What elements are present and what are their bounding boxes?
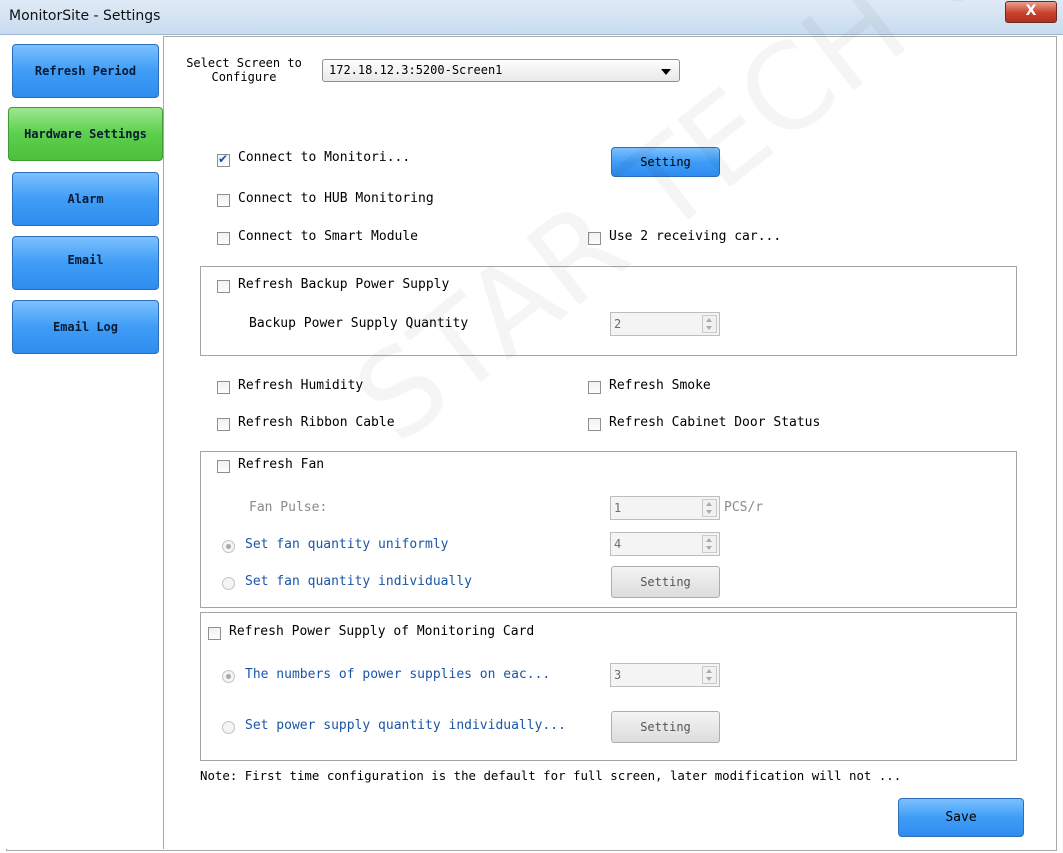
fan-pulse-label: Fan Pulse: — [249, 500, 328, 515]
monitoring-setting-button[interactable]: Setting — [611, 147, 720, 177]
refresh-cabinet-door-label: Refresh Cabinet Door Status — [609, 415, 821, 430]
use-two-receiving-cards-checkbox[interactable] — [588, 232, 601, 245]
power-numbers-stepper[interactable]: 3 — [610, 663, 720, 687]
power-individual-label: Set power supply quantity individually..… — [245, 718, 566, 733]
refresh-ribbon-cable-label: Refresh Ribbon Cable — [238, 415, 395, 430]
chevron-down-icon — [661, 69, 671, 75]
refresh-power-card-label: Refresh Power Supply of Monitoring Card — [229, 624, 535, 639]
connect-smart-module-checkbox[interactable] — [217, 232, 230, 245]
title-bar: MonitorSite - Settings X — [0, 0, 1063, 35]
sidebar-item-hardware-settings[interactable]: Hardware Settings — [8, 107, 163, 161]
power-numbers-radio[interactable] — [222, 670, 235, 683]
refresh-ribbon-cable-checkbox[interactable] — [217, 418, 230, 431]
stepper-arrows-icon[interactable] — [702, 666, 717, 684]
sidebar-item-email[interactable]: Email — [12, 236, 159, 290]
sidebar-item-alarm[interactable]: Alarm — [12, 172, 159, 226]
screen-select-label: Select Screen to Configure — [174, 56, 314, 84]
refresh-smoke-label: Refresh Smoke — [609, 378, 711, 393]
fan-pulse-unit: PCS/r — [724, 500, 764, 515]
refresh-humidity-label: Refresh Humidity — [238, 378, 364, 393]
fan-individual-radio[interactable] — [222, 577, 235, 590]
fan-pulse-stepper[interactable]: 1 — [610, 496, 720, 520]
screen-select-label-line2: Configure — [211, 70, 277, 84]
fan-setting-button[interactable]: Setting — [611, 566, 720, 598]
connect-monitoring-checkbox[interactable] — [217, 152, 230, 167]
sidebar-item-email-log[interactable]: Email Log — [12, 300, 159, 354]
backup-power-quantity-stepper[interactable]: 2 — [610, 312, 720, 336]
stepper-arrows-icon[interactable] — [702, 315, 717, 333]
sidebar-item-refresh-period[interactable]: Refresh Period — [12, 44, 159, 98]
refresh-cabinet-door-checkbox[interactable] — [588, 418, 601, 431]
screen-select[interactable]: 172.18.12.3:5200-Screen1 — [322, 59, 680, 82]
fan-uniform-label: Set fan quantity uniformly — [245, 537, 449, 552]
use-two-receiving-cards-label: Use 2 receiving car... — [609, 229, 782, 244]
refresh-fan-checkbox[interactable] — [217, 460, 230, 473]
save-button[interactable]: Save — [898, 798, 1024, 837]
backup-power-quantity-value: 2 — [614, 317, 622, 331]
screen-select-value: 172.18.12.3:5200-Screen1 — [329, 63, 503, 77]
fan-pulse-value: 1 — [614, 501, 622, 515]
connect-monitoring-label: Connect to Monitori... — [238, 150, 411, 165]
backup-power-quantity-label: Backup Power Supply Quantity — [249, 316, 469, 331]
power-numbers-value: 3 — [614, 668, 622, 682]
config-note: Note: First time configuration is the de… — [200, 768, 902, 783]
power-individual-radio[interactable] — [222, 721, 235, 734]
connect-hub-label: Connect to HUB Monitoring — [238, 191, 434, 206]
refresh-fan-label: Refresh Fan — [238, 457, 325, 472]
window-title: MonitorSite - Settings — [9, 8, 161, 24]
fan-uniform-stepper[interactable]: 4 — [610, 532, 720, 556]
connect-hub-checkbox[interactable] — [217, 194, 230, 207]
stepper-arrows-icon[interactable] — [702, 535, 717, 553]
fan-uniform-radio[interactable] — [222, 540, 235, 553]
fan-individual-label: Set fan quantity individually — [245, 574, 472, 589]
power-setting-button[interactable]: Setting — [611, 711, 720, 743]
connect-smart-module-label: Connect to Smart Module — [238, 229, 419, 244]
refresh-power-card-checkbox[interactable] — [208, 627, 221, 640]
refresh-humidity-checkbox[interactable] — [217, 381, 230, 394]
refresh-backup-power-checkbox[interactable] — [217, 280, 230, 293]
screen-select-label-line1: Select Screen to — [186, 56, 302, 70]
power-numbers-label: The numbers of power supplies on eac... — [245, 667, 551, 682]
close-button[interactable]: X — [1005, 1, 1057, 23]
stepper-arrows-icon[interactable] — [702, 499, 717, 517]
refresh-backup-power-label: Refresh Backup Power Supply — [238, 277, 450, 292]
sidebar: Refresh Period Hardware Settings Alarm E… — [6, 36, 164, 849]
fan-uniform-value: 4 — [614, 537, 622, 551]
refresh-smoke-checkbox[interactable] — [588, 381, 601, 394]
